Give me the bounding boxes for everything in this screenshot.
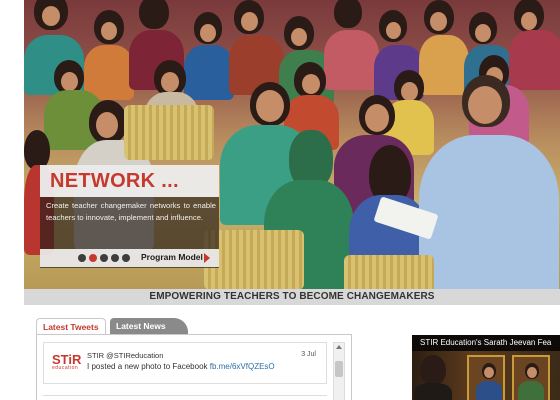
caption-title-bar: NETWORK ... — [40, 165, 219, 197]
tab-latest-news[interactable]: Latest News — [110, 318, 188, 335]
video-figure — [527, 367, 537, 378]
tweets-panel: STiR education STIR @STIReducation 3 Jul… — [36, 334, 352, 400]
slider-dot-active[interactable] — [89, 254, 97, 262]
video-figure — [414, 383, 452, 400]
tagline: EMPOWERING TEACHERS TO BECOME CHANGEMAKE… — [149, 291, 435, 302]
tweet-text-body: I posted a new photo to Facebook — [87, 362, 210, 371]
video-title[interactable]: STIR Education's Sarath Jeevan Fea — [420, 338, 551, 347]
tweet-item[interactable] — [43, 395, 327, 400]
tab-latest-tweets[interactable]: Latest Tweets — [36, 318, 106, 335]
tweet-link[interactable]: fb.me/6xVfQZEsO — [210, 362, 275, 371]
slider-dot[interactable] — [122, 254, 130, 262]
video-figure — [484, 367, 494, 378]
slider-dot[interactable] — [100, 254, 108, 262]
tweet-date: 3 Jul — [301, 351, 316, 358]
hero-caption-box: NETWORK ... Create teacher changemaker n… — [40, 165, 219, 268]
slider-dots — [78, 254, 130, 262]
tweet-author[interactable]: STIR @STIReducation — [87, 351, 163, 360]
tweet-text: I posted a new photo to Facebook fb.me/6… — [87, 362, 275, 371]
video-figure — [518, 381, 544, 400]
tweets-scrollbar[interactable] — [333, 342, 345, 400]
scroll-up-icon[interactable] — [336, 345, 342, 349]
stir-logo: STiR education — [52, 353, 84, 373]
tagline-strip: EMPOWERING TEACHERS TO BECOME CHANGEMAKE… — [24, 289, 560, 305]
slider-dot[interactable] — [78, 254, 86, 262]
tweet-item[interactable]: STiR education STIR @STIReducation 3 Jul… — [43, 342, 327, 384]
scroll-thumb[interactable] — [335, 361, 343, 377]
page: NETWORK ... Create teacher changemaker n… — [0, 0, 560, 400]
video-thumbnail[interactable]: STIR Education's Sarath Jeevan Fea — [412, 335, 560, 400]
slider-dot[interactable] — [111, 254, 119, 262]
video-figure — [476, 381, 502, 400]
arrow-right-icon[interactable] — [204, 253, 210, 263]
hero-description: Create teacher changemaker networks to e… — [46, 201, 216, 222]
program-model-link[interactable]: Program Model — [141, 252, 203, 262]
video-figure — [420, 355, 446, 385]
slider-controls: Program Model — [40, 249, 219, 267]
hero-slideshow[interactable]: NETWORK ... Create teacher changemaker n… — [24, 0, 560, 289]
hero-title: NETWORK ... — [50, 170, 179, 192]
